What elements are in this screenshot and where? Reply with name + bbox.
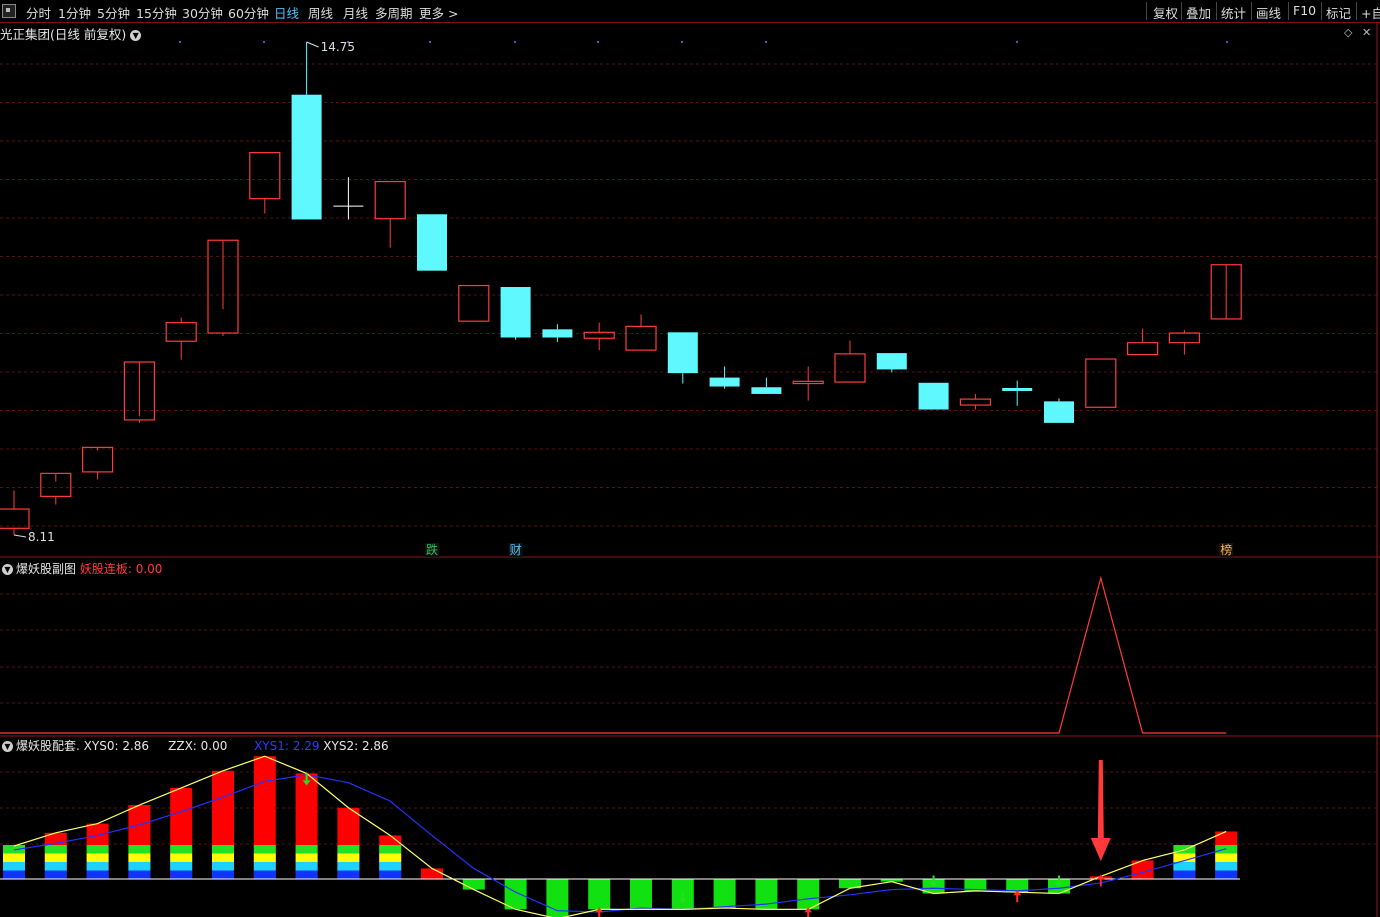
candle-body: [1002, 387, 1033, 391]
sub2-rainbow-band: [86, 870, 109, 879]
sub2-rainbow-band: [128, 862, 151, 871]
marker-dot: [765, 41, 767, 43]
candle-body: [542, 329, 573, 338]
sub2-bar-down: [588, 879, 611, 910]
sub2-rainbow-band: [212, 862, 234, 871]
candle-body: [625, 325, 657, 351]
event-tag: 榜: [1220, 542, 1232, 557]
marker-dot: [179, 41, 181, 43]
marker-dot: [1016, 41, 1018, 43]
sub2-rainbow-band: [337, 870, 360, 879]
event-tag: 财: [510, 543, 522, 557]
sub2-rainbow-band: [295, 862, 318, 871]
sub2-rainbow-band: [3, 862, 25, 871]
candle-body: [751, 387, 782, 394]
sub2-rainbow-band: [1215, 862, 1238, 871]
candle-body: [709, 377, 740, 387]
sub2-rainbow-band: [170, 845, 193, 854]
high-marker-line: [306, 41, 319, 48]
sub2-rainbow-band: [86, 862, 109, 871]
candle-body: [834, 353, 866, 383]
sub2-rainbow-band: [212, 845, 234, 854]
low-price-label: 8.11: [28, 530, 55, 544]
sub2-bar-down: [630, 879, 652, 910]
sub2-rainbow-band: [170, 853, 193, 862]
marker-dot: [1226, 41, 1228, 43]
candle-body: [500, 287, 531, 338]
sub2-rainbow-band: [44, 853, 67, 862]
sub2-bar-up: [421, 868, 443, 879]
sub2-bar-down: [713, 879, 736, 909]
sub2-rainbow-band: [86, 853, 109, 862]
sub2-rainbow-band: [1215, 853, 1238, 862]
sub2-rainbow-band: [44, 870, 67, 879]
sub2-rainbow-band: [86, 845, 109, 854]
sub2-bar-down: [504, 879, 527, 910]
sub2-rainbow-band: [379, 853, 402, 862]
candle-body: [1085, 358, 1117, 408]
sub2-rainbow-band: [128, 870, 151, 879]
candle-body: [417, 214, 447, 271]
signal-up-arrow: [1096, 874, 1105, 887]
annotation-arrow: [1090, 760, 1111, 861]
candle-body: [792, 380, 824, 385]
candle-body: [165, 322, 197, 342]
sub2-rainbow-band: [253, 853, 276, 862]
sub2-rainbow-band: [128, 845, 151, 854]
xys1-line: [13, 774, 1227, 913]
sub2-rainbow-band: [3, 870, 25, 879]
sub2-rainbow-band: [128, 853, 151, 862]
candle-body: [667, 332, 698, 374]
sub2-rainbow-band: [337, 862, 360, 871]
sub2-rainbow-band: [253, 845, 276, 854]
sub2-rainbow-band: [212, 853, 234, 862]
candle-body: [81, 446, 114, 473]
sub2-rainbow-band: [170, 862, 193, 871]
sub2-rainbow-band: [295, 870, 318, 879]
candle-body: [0, 508, 30, 529]
event-tag: 跌: [426, 542, 438, 557]
sub2-rainbow-band: [379, 845, 402, 854]
high-price-label: 14.75: [321, 40, 355, 54]
candle-body: [959, 398, 992, 406]
sub2-rainbow-band: [44, 862, 67, 871]
sub2-rainbow-band: [295, 845, 318, 854]
sub2-rainbow-band: [212, 870, 234, 879]
candle-body: [249, 152, 281, 200]
candle-body: [1126, 342, 1159, 356]
candle-body: [291, 94, 322, 220]
candle-body: [374, 180, 406, 220]
sub2-bar-down: [462, 879, 485, 890]
sub2-rainbow-band: [44, 845, 67, 854]
sub2-rainbow-band: [253, 870, 276, 879]
sub2-rainbow-band: [337, 845, 360, 854]
marker-dot: [597, 41, 599, 43]
sub2-rainbow-band: [295, 853, 318, 862]
candle-body: [918, 382, 949, 410]
sub2-rainbow-band: [1215, 870, 1238, 879]
marker-dot: [514, 41, 516, 43]
sub2-rainbow-band: [379, 870, 402, 879]
marker-dot: [263, 41, 265, 43]
candle-body: [1044, 401, 1074, 423]
chart-canvas[interactable]: 14.75 8.11 跌 财 榜: [0, 0, 1380, 917]
xys0-line: [13, 755, 1227, 917]
candle-body: [1168, 332, 1201, 344]
low-marker-line: [13, 534, 27, 538]
sub2-rainbow-band: [337, 853, 360, 862]
marker-dot: [429, 41, 431, 43]
sub1-line: [0, 575, 1227, 734]
sub2-rainbow-band: [170, 870, 193, 879]
sub2-rainbow-band: [1173, 870, 1196, 879]
candle-body: [876, 353, 907, 370]
sub2-rainbow-band: [3, 853, 25, 862]
candle-body: [458, 284, 490, 322]
sub2-rainbow-band: [379, 862, 402, 871]
marker-dot: [681, 41, 683, 43]
sub2-rainbow-band: [253, 862, 276, 871]
